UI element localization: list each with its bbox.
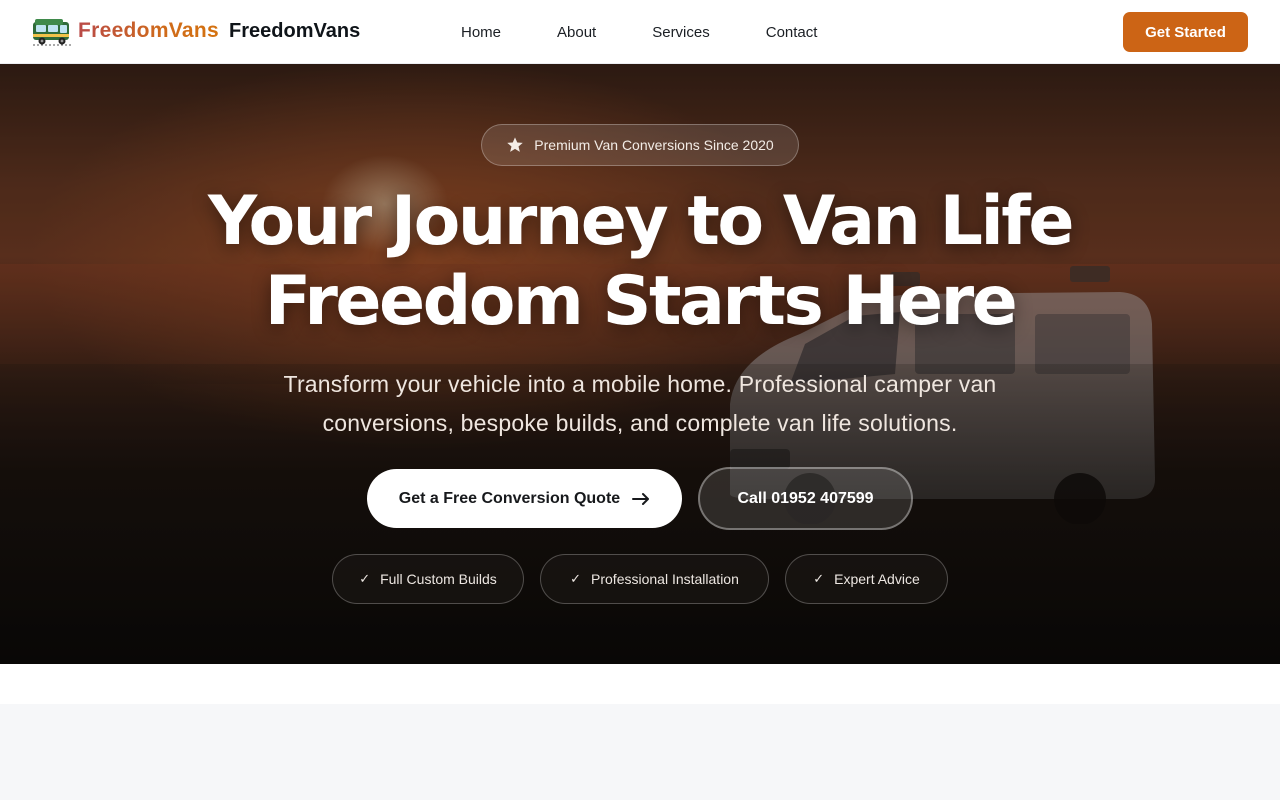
- nav-link-services[interactable]: Services: [624, 24, 738, 41]
- brand-logo-link[interactable]: FreedomVans FreedomVans: [32, 14, 360, 48]
- feature-pill-label: Professional Installation: [591, 571, 739, 587]
- next-section: [0, 704, 1280, 800]
- check-icon: ✓: [813, 571, 825, 586]
- call-phone-button[interactable]: Call 01952 407599: [698, 467, 913, 530]
- nav-link-contact[interactable]: Contact: [738, 24, 846, 41]
- hero-headline-line-2: Freedom Starts Here: [264, 262, 1018, 341]
- feature-pill-label: Full Custom Builds: [380, 571, 497, 587]
- feature-pill-expert-advice: ✓ Expert Advice: [785, 554, 948, 604]
- check-icon: ✓: [570, 571, 582, 586]
- feature-pill-label: Expert Advice: [834, 571, 920, 587]
- get-started-button[interactable]: Get Started: [1123, 12, 1248, 52]
- brand-name-gradient: FreedomVans: [78, 19, 220, 42]
- hero-badge-text: Premium Van Conversions Since 2020: [534, 137, 774, 153]
- nav-link-about[interactable]: About: [529, 24, 624, 41]
- hero-headline-line-1: Your Journey to Van Life: [208, 182, 1074, 261]
- feature-pill-custom-builds: ✓ Full Custom Builds: [332, 554, 524, 604]
- hero-headline: Your Journey to Van Life Freedom Starts …: [140, 182, 1140, 342]
- star-icon: [507, 137, 524, 152]
- hero-subtitle: Transform your vehicle into a mobile hom…: [283, 371, 997, 436]
- arrow-right-icon: [632, 492, 650, 505]
- nav-link-home[interactable]: Home: [433, 24, 529, 41]
- top-navbar: FreedomVans FreedomVans Home About Servi…: [0, 0, 1280, 64]
- hero-badge: Premium Van Conversions Since 2020: [481, 124, 799, 166]
- section-spacer: [0, 664, 1280, 704]
- hero-section: Premium Van Conversions Since 2020 Your …: [0, 64, 1280, 664]
- camper-van-icon: [33, 19, 71, 46]
- check-icon: ✓: [359, 571, 371, 586]
- brand-name-text: FreedomVans: [229, 19, 361, 42]
- main-nav: Home About Services Contact: [433, 0, 845, 64]
- free-quote-button-label: Get a Free Conversion Quote: [398, 489, 621, 507]
- feature-pill-installation: ✓ Professional Installation: [540, 554, 769, 604]
- free-quote-button[interactable]: Get a Free Conversion Quote: [367, 469, 682, 528]
